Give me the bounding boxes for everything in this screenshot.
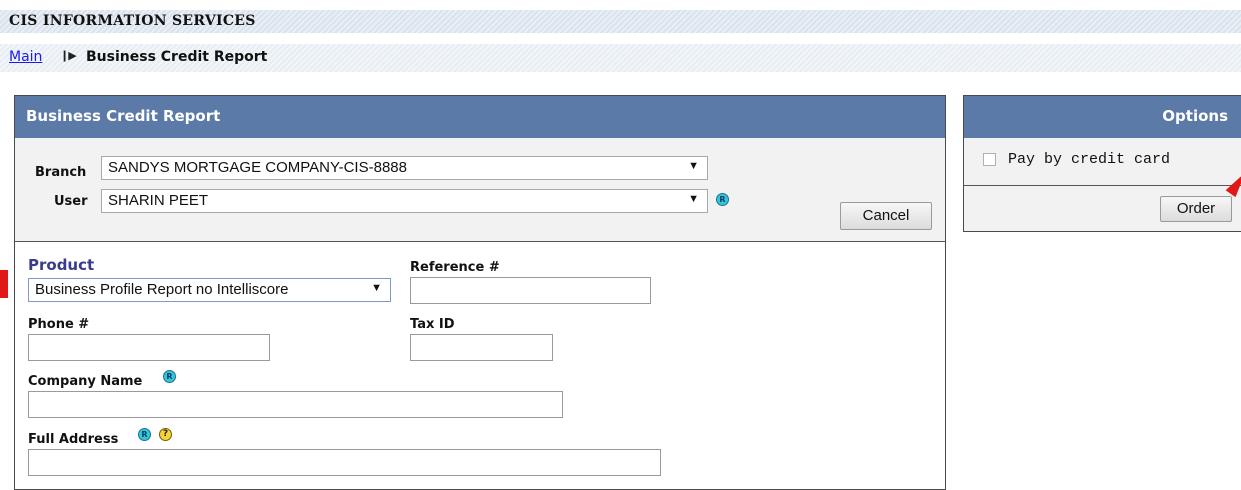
reference-input[interactable]	[410, 277, 651, 304]
app-title: CIS INFORMATION SERVICES	[9, 13, 256, 29]
panel-title: Business Credit Report	[26, 107, 221, 125]
chevron-down-icon: ▼	[688, 193, 699, 205]
red-marker	[0, 270, 8, 298]
breadcrumb: Main ❙▶ Business Credit Report	[0, 44, 1241, 72]
reference-label: Reference #	[410, 260, 500, 275]
breadcrumb-main-link[interactable]: Main	[9, 49, 42, 65]
options-divider	[964, 185, 1241, 186]
product-label: Product	[28, 256, 95, 274]
options-title: Options	[1162, 107, 1228, 125]
phone-input[interactable]	[28, 334, 270, 361]
user-select-value: SHARIN PEET	[108, 192, 209, 209]
help-circle-icon[interactable]: R	[138, 428, 151, 441]
product-select-value: Business Profile Report no Intelliscore	[35, 281, 289, 298]
help-circle-icon[interactable]: R	[716, 193, 729, 206]
full-address-label: Full Address	[28, 432, 119, 447]
pay-by-credit-card-label: Pay by credit card	[1008, 151, 1171, 168]
full-address-input[interactable]	[28, 449, 661, 476]
cancel-button[interactable]: Cancel	[840, 202, 932, 230]
pay-by-credit-card-checkbox[interactable]	[983, 153, 996, 166]
company-name-label: Company Name	[28, 374, 143, 389]
company-name-input[interactable]	[28, 391, 563, 418]
question-icon[interactable]: ?	[159, 428, 172, 441]
business-credit-report-panel: Business Credit Report Branch SANDYS MOR…	[14, 95, 946, 490]
chevron-down-icon: ▼	[688, 160, 699, 172]
phone-label: Phone #	[28, 317, 90, 332]
breadcrumb-current: Business Credit Report	[86, 49, 268, 65]
product-select[interactable]: Business Profile Report no Intelliscore …	[28, 278, 391, 302]
search-form: Product Business Profile Report no Intel…	[15, 242, 945, 489]
chevron-down-icon: ▼	[371, 282, 382, 294]
taxid-label: Tax ID	[410, 317, 455, 332]
branch-select-value: SANDYS MORTGAGE COMPANY-CIS-8888	[108, 159, 407, 176]
branch-label: Branch	[35, 165, 87, 180]
options-header: Options	[964, 96, 1241, 138]
order-button[interactable]: Order	[1160, 196, 1232, 222]
help-circle-icon[interactable]: R	[163, 370, 176, 383]
user-label: User	[54, 194, 88, 209]
panel-header: Business Credit Report	[15, 96, 945, 138]
branch-select[interactable]: SANDYS MORTGAGE COMPANY-CIS-8888 ▼	[101, 156, 708, 180]
user-select[interactable]: SHARIN PEET ▼	[101, 189, 708, 213]
app-title-bar: CIS INFORMATION SERVICES	[0, 10, 1241, 33]
taxid-input[interactable]	[410, 334, 553, 361]
breadcrumb-separator-icon: ❙▶	[60, 49, 77, 62]
options-panel: Options Pay by credit card Order	[963, 95, 1241, 232]
